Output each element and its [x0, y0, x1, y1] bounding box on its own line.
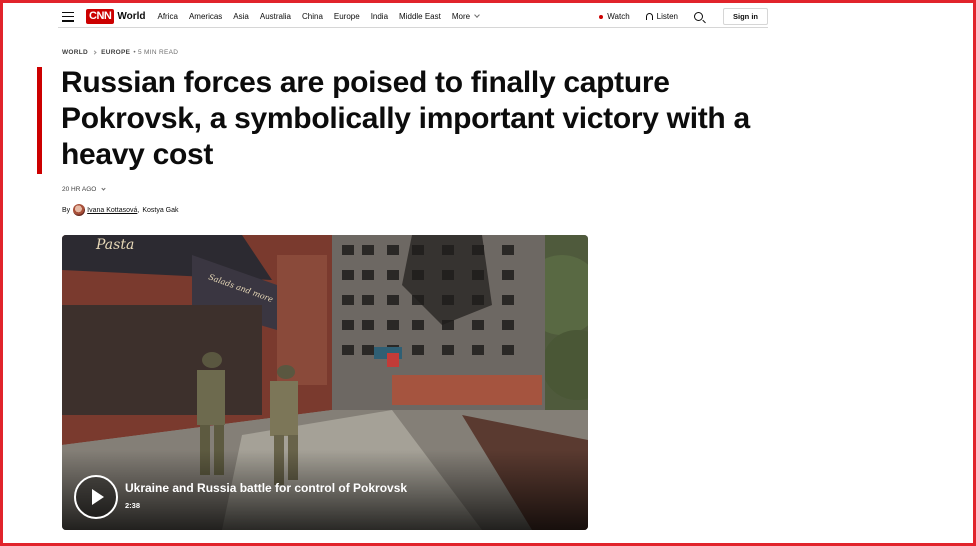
- section-name[interactable]: World: [117, 11, 145, 22]
- nav-item-china[interactable]: China: [302, 12, 323, 21]
- header-tools: Watch Listen Sign in: [599, 8, 768, 25]
- search-icon[interactable]: [694, 12, 703, 21]
- live-dot-icon: [599, 14, 604, 19]
- byline: By Ivana Kottasová , Kostya Gak: [62, 204, 179, 216]
- cnn-logo[interactable]: CNN: [86, 9, 115, 24]
- author-name: Kostya Gak: [142, 206, 179, 214]
- article-headline: Russian forces are poised to finally cap…: [61, 66, 750, 171]
- nav-item-europe[interactable]: Europe: [334, 12, 360, 21]
- byline-prefix: By: [62, 206, 71, 214]
- chevron-right-icon: [92, 50, 97, 55]
- nav-item-americas[interactable]: Americas: [189, 12, 222, 21]
- watch-label: Watch: [607, 12, 630, 21]
- listen-label: Listen: [656, 12, 678, 21]
- sign-in-button[interactable]: Sign in: [723, 8, 768, 25]
- headphones-icon: [645, 13, 653, 20]
- chevron-down-icon: [474, 12, 480, 18]
- video-duration: 2:38: [125, 501, 141, 510]
- nav-item-india[interactable]: India: [371, 12, 388, 21]
- nav-more-button[interactable]: More: [451, 12, 480, 21]
- chevron-down-icon: [101, 185, 106, 191]
- play-icon: [92, 489, 104, 505]
- headline-accent-bar: [37, 67, 42, 174]
- video-title: Ukraine and Russia battle for control of…: [125, 481, 408, 495]
- play-button[interactable]: [74, 475, 118, 519]
- site-header: CNN World Africa Americas Asia Australia…: [58, 6, 768, 28]
- nav-item-asia[interactable]: Asia: [233, 12, 249, 21]
- breadcrumb-world[interactable]: WORLD: [62, 49, 88, 56]
- more-label: More: [451, 12, 471, 21]
- hamburger-menu-icon[interactable]: [62, 11, 74, 22]
- pasta-sign: Pasta: [95, 237, 134, 253]
- timestamp: 20 HR AGO: [62, 186, 97, 193]
- timestamp-toggle[interactable]: 20 HR AGO: [62, 185, 106, 193]
- listen-button[interactable]: Listen: [645, 12, 678, 21]
- nav-item-australia[interactable]: Australia: [260, 12, 291, 21]
- watch-button[interactable]: Watch: [599, 12, 630, 21]
- nav-item-middle-east[interactable]: Middle East: [399, 12, 441, 21]
- breadcrumb: WORLD EUROPE • 5 MIN READ: [62, 49, 178, 56]
- nav-item-africa[interactable]: Africa: [158, 12, 178, 21]
- author-avatar: [73, 204, 86, 216]
- main-nav: Africa Americas Asia Australia China Eur…: [158, 12, 491, 21]
- author-link[interactable]: Ivana Kottasová: [87, 207, 137, 214]
- read-time: • 5 MIN READ: [133, 49, 179, 56]
- video-player[interactable]: Pasta Salads and more Ukraine and Russia…: [62, 235, 588, 530]
- breadcrumb-europe[interactable]: EUROPE: [101, 49, 130, 56]
- author-separator: ,: [137, 206, 140, 214]
